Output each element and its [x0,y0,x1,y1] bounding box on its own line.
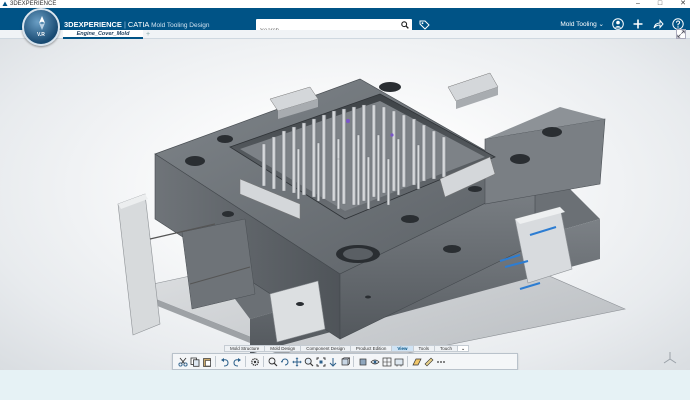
sectioning-icon[interactable] [411,356,422,367]
toolbar-divider [407,356,408,367]
share-icon[interactable] [652,18,664,30]
window-titlebar: 3DEXPERIENCE – □ ✕ [0,0,690,8]
more-icon[interactable] [435,356,446,367]
compass-needle-icon [39,16,45,30]
tab-view[interactable]: View [392,346,414,351]
close-window-button[interactable]: ✕ [680,0,686,8]
status-bar [0,370,690,400]
brand-platform: 3DEXPERIENCE [64,20,122,29]
display-options-icon[interactable] [393,356,404,367]
tab-product-edition[interactable]: Product Edition [351,346,393,351]
window-controls: – □ ✕ [636,0,686,8]
zoom-icon[interactable] [303,356,314,367]
mold-assembly-model[interactable] [0,39,690,370]
add-icon[interactable] [632,18,644,30]
brand-title: 3DEXPERIENCE | CATIA Mold Tooling Design [64,20,210,29]
axis-triad-icon[interactable] [660,349,680,369]
zoom-in-icon[interactable] [267,356,278,367]
topbar-right-controls: Mold Tooling ⌄ [560,18,684,30]
copy-icon[interactable] [189,356,200,367]
brand-separator: | [123,20,126,29]
action-bar [172,353,518,370]
scissors-icon[interactable] [177,356,188,367]
expand-icon[interactable] [676,29,686,39]
brand-app: CATIA [127,20,150,29]
toolbar-divider [245,356,246,367]
normal-view-icon[interactable] [327,356,338,367]
undo-icon[interactable] [219,356,230,367]
maximize-button[interactable]: □ [658,0,662,8]
measure-icon[interactable] [423,356,434,367]
render-style-icon[interactable] [357,356,368,367]
action-bar-tabs: Mold Structure Mold Design Component Des… [224,345,470,352]
action-bar-collapse-button[interactable]: ⌄ [458,346,469,352]
action-bar-area: Mold Structure Mold Design Component Des… [172,345,518,370]
paste-icon[interactable] [201,356,212,367]
compass-version: V.R [37,32,45,38]
user-profile-icon[interactable] [612,18,624,30]
workspace-selector[interactable]: Mold Tooling ⌄ [560,20,604,28]
document-tab-bar: Engine_Cover_Mold + [0,30,690,39]
tab-component-design[interactable]: Component Design [301,346,351,351]
3d-viewport[interactable] [0,39,690,370]
tab-mold-design[interactable]: Mold Design [265,346,302,351]
tab-touch[interactable]: Touch [435,346,459,351]
settings-icon[interactable] [249,356,260,367]
tab-engine-cover-mold[interactable]: Engine_Cover_Mold [63,30,143,39]
search-icon[interactable] [401,21,409,29]
redo-icon[interactable] [231,356,242,367]
window-title: 3DEXPERIENCE [10,1,57,7]
toolbar-divider [263,356,264,367]
swap-space-icon[interactable] [381,356,392,367]
hide-show-icon[interactable] [369,356,380,367]
toolbar-divider [215,356,216,367]
tab-tools[interactable]: Tools [414,346,436,351]
minimize-button[interactable]: – [636,0,640,8]
rotate-icon[interactable] [279,356,290,367]
tab-mold-structure[interactable]: Mold Structure [225,346,266,351]
3dexperience-logo-icon [2,1,8,6]
view-mode-icon[interactable] [339,356,350,367]
compass-widget[interactable]: V.R [22,8,60,46]
workspace-label: Mold Tooling [560,21,597,28]
fit-all-icon[interactable] [315,356,326,367]
brand-role: Mold Tooling Design [151,22,210,29]
pan-icon[interactable] [291,356,302,367]
top-bar: 3DEXPERIENCE|CATIA Mold Tooling Design M… [0,8,690,37]
toolbar-divider [353,356,354,367]
add-tab-button[interactable]: + [146,30,150,39]
